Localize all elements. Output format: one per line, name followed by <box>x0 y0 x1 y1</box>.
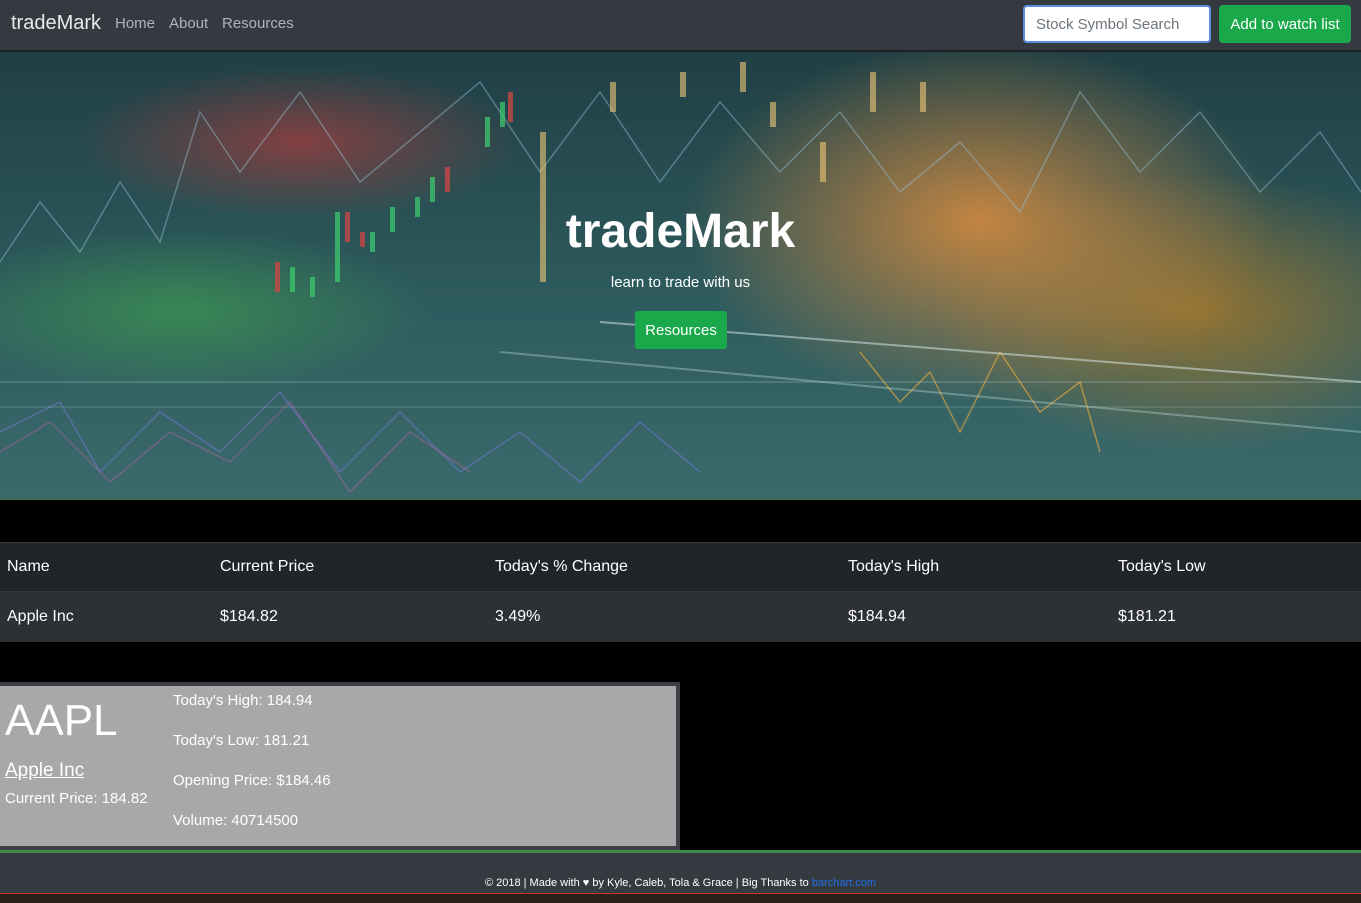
hero-subtitle: learn to trade with us <box>610 274 751 291</box>
stock-search-input[interactable] <box>1023 5 1211 43</box>
column-header-low: Today's Low <box>1111 542 1361 592</box>
navbar: tradeMark Home About Resources Add to wa… <box>0 0 1361 52</box>
barchart-link[interactable]: barchart.com <box>812 877 876 889</box>
current-price-text: Current Price: 184.82 <box>5 790 148 807</box>
cell-low: $181.21 <box>1111 591 1361 642</box>
nav-link-home[interactable]: Home <box>115 15 155 32</box>
todays-high-text: Today's High: 184.94 <box>173 692 313 709</box>
table-row[interactable]: Apple Inc $184.82 3.49% $184.94 $181.21 <box>0 591 1361 642</box>
footer-credits: © 2018 | Made with ♥ by Kyle, Caleb, Tol… <box>484 877 812 889</box>
column-header-name: Name <box>0 542 213 592</box>
column-header-high: Today's High <box>841 542 1111 592</box>
column-header-percent-change: Today's % Change <box>488 542 841 592</box>
nav-link-resources[interactable]: Resources <box>222 15 294 32</box>
stock-table: Name Current Price Today's % Change Toda… <box>0 542 1361 642</box>
table-header-row: Name Current Price Today's % Change Toda… <box>0 542 1361 592</box>
volume-text: Volume: 40714500 <box>173 812 299 829</box>
cell-high: $184.94 <box>841 591 1111 642</box>
cell-name: Apple Inc <box>0 591 213 642</box>
stock-card: AAPL Apple Inc Current Price: 184.82 Tod… <box>0 682 680 850</box>
ticker-symbol: AAPL <box>5 696 118 745</box>
hero-resources-button[interactable]: Resources <box>635 311 727 349</box>
add-to-watchlist-button[interactable]: Add to watch list <box>1219 5 1351 43</box>
hero-banner: tradeMark learn to trade with us Resourc… <box>0 52 1361 500</box>
footer: © 2018 | Made with ♥ by Kyle, Caleb, Tol… <box>0 850 1361 893</box>
status-bar <box>0 893 1361 903</box>
column-header-current-price: Current Price <box>213 542 488 592</box>
company-link[interactable]: Apple Inc <box>5 760 84 782</box>
opening-price-text: Opening Price: $184.46 <box>173 772 331 789</box>
nav-link-about[interactable]: About <box>169 15 208 32</box>
footer-text: © 2018 | Made with ♥ by Kyle, Caleb, Tol… <box>0 877 1361 889</box>
cell-percent-change: 3.49% <box>488 591 841 642</box>
brand-link[interactable]: tradeMark <box>11 12 101 35</box>
cell-current-price: $184.82 <box>213 591 488 642</box>
todays-low-text: Today's Low: 181.21 <box>173 732 310 749</box>
hero-title: tradeMark <box>565 205 796 258</box>
